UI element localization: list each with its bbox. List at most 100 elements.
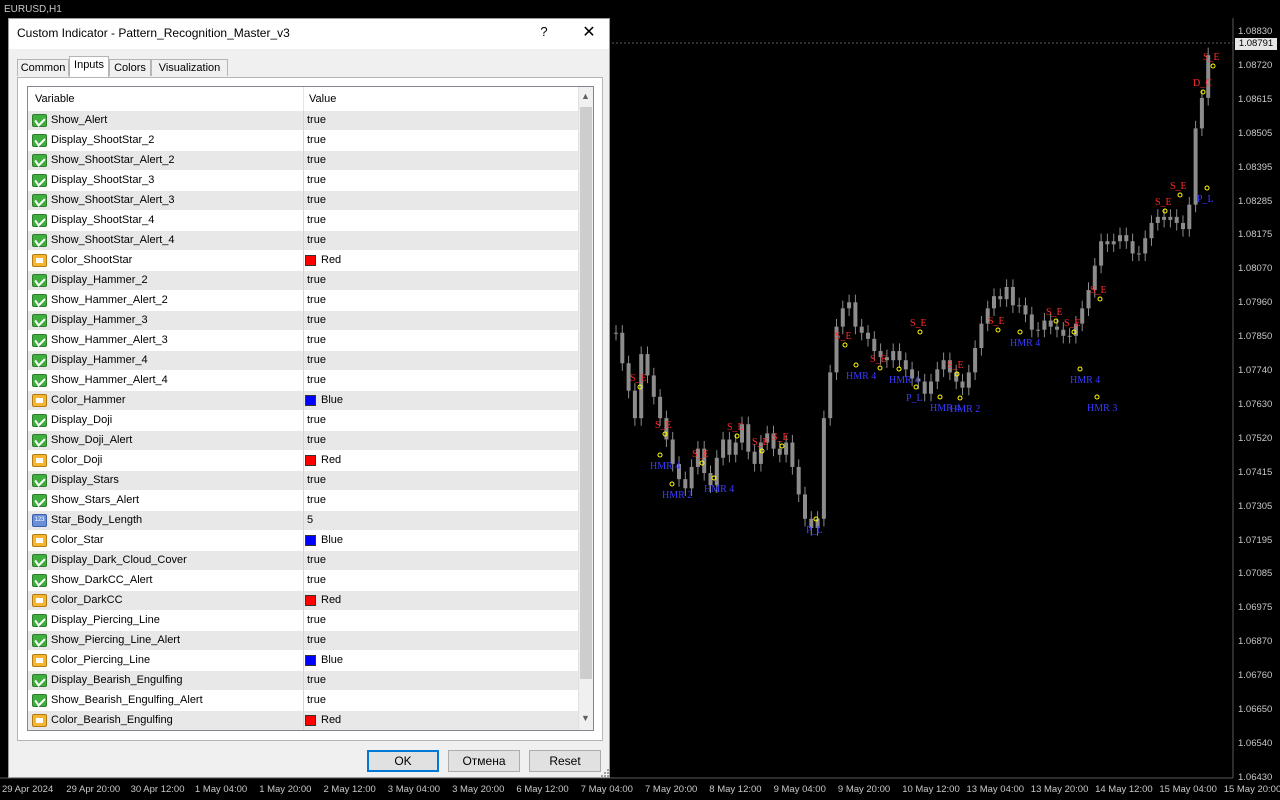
variable-name: Show_ShootStar_Alert_3	[51, 194, 175, 206]
input-row[interactable]: Show_ShootStar_Alert_3 true	[28, 191, 578, 211]
color-swatch[interactable]	[305, 655, 316, 666]
input-row[interactable]: Display_ShootStar_3 true	[28, 171, 578, 191]
input-row[interactable]: Show_Stars_Alert true	[28, 491, 578, 511]
variable-value[interactable]: true	[307, 234, 326, 246]
input-row[interactable]: Display_Piercing_Line true	[28, 611, 578, 631]
variable-value[interactable]: true	[307, 614, 326, 626]
variable-value[interactable]: true	[307, 574, 326, 586]
bool-type-icon	[32, 574, 47, 587]
input-row[interactable]: Show_Hammer_Alert_4 true	[28, 371, 578, 391]
candle-body	[960, 381, 965, 388]
variable-value[interactable]: true	[307, 674, 326, 686]
input-row[interactable]: Show_Hammer_Alert_2 true	[28, 291, 578, 311]
variable-value[interactable]: true	[307, 194, 326, 206]
variable-value[interactable]: true	[307, 634, 326, 646]
input-row[interactable]: Display_Hammer_3 true	[28, 311, 578, 331]
input-row[interactable]: Color_Star Blue	[28, 531, 578, 551]
reset-button[interactable]: Reset	[529, 750, 601, 772]
variable-value[interactable]: true	[307, 354, 326, 366]
input-row[interactable]: Display_ShootStar_2 true	[28, 131, 578, 151]
close-icon[interactable]: ✕	[577, 22, 601, 44]
variable-value[interactable]: true	[307, 414, 326, 426]
variable-value[interactable]: Red	[321, 594, 341, 606]
input-row[interactable]: Color_Doji Red	[28, 451, 578, 471]
input-row[interactable]: Show_Bearish_Engulfing_Alert true	[28, 691, 578, 711]
variable-value[interactable]: Red	[321, 454, 341, 466]
variable-value[interactable]: true	[307, 374, 326, 386]
number-type-icon: 123	[32, 514, 47, 527]
input-row[interactable]: Display_Bearish_Engulfing true	[28, 671, 578, 691]
variable-value[interactable]: Red	[321, 254, 341, 266]
input-row[interactable]: Display_Stars true	[28, 471, 578, 491]
ok-button[interactable]: OK	[367, 750, 439, 772]
variable-value[interactable]: Red	[321, 714, 341, 726]
vertical-scrollbar[interactable]: ▲ ▼	[578, 87, 593, 730]
input-row[interactable]: 123 Star_Body_Length 5	[28, 511, 578, 531]
color-swatch[interactable]	[305, 715, 316, 726]
scroll-thumb[interactable]	[580, 107, 592, 679]
variable-name: Show_Stars_Alert	[51, 494, 140, 506]
color-type-icon	[32, 394, 47, 407]
color-swatch[interactable]	[305, 395, 316, 406]
scroll-down-icon[interactable]: ▼	[581, 713, 590, 723]
input-row[interactable]: Color_Hammer Blue	[28, 391, 578, 411]
variable-value[interactable]: true	[307, 474, 326, 486]
variable-name: Show_DarkCC_Alert	[51, 574, 153, 586]
tab-common[interactable]: Common	[17, 59, 69, 76]
input-row[interactable]: Show_Doji_Alert true	[28, 431, 578, 451]
input-row[interactable]: Show_Alert true	[28, 111, 578, 131]
input-row[interactable]: Show_Hammer_Alert_3 true	[28, 331, 578, 351]
color-swatch[interactable]	[305, 535, 316, 546]
input-row[interactable]: Show_ShootStar_Alert_4 true	[28, 231, 578, 251]
variable-value[interactable]: true	[307, 274, 326, 286]
input-row[interactable]: Color_DarkCC Red	[28, 591, 578, 611]
color-swatch[interactable]	[305, 255, 316, 266]
cancel-button[interactable]: Отмена	[448, 750, 520, 772]
variable-value[interactable]: true	[307, 174, 326, 186]
variable-value[interactable]: Blue	[321, 394, 343, 406]
input-row[interactable]: Show_DarkCC_Alert true	[28, 571, 578, 591]
candle-body	[1174, 216, 1179, 223]
variable-value[interactable]: true	[307, 494, 326, 506]
help-button[interactable]: ?	[536, 24, 552, 42]
variable-value[interactable]: true	[307, 554, 326, 566]
input-row[interactable]: Display_Hammer_4 true	[28, 351, 578, 371]
dialog-titlebar[interactable]: Custom Indicator - Pattern_Recognition_M…	[9, 19, 609, 49]
resize-grip-icon[interactable]	[599, 767, 609, 777]
input-row[interactable]: Color_Piercing_Line Blue	[28, 651, 578, 671]
input-row[interactable]: Display_Hammer_2 true	[28, 271, 578, 291]
variable-value[interactable]: true	[307, 314, 326, 326]
variable-value[interactable]: true	[307, 434, 326, 446]
variable-value[interactable]: true	[307, 134, 326, 146]
input-row[interactable]: Color_Bearish_Engulfing Red	[28, 711, 578, 730]
input-row[interactable]: Color_ShootStar Red	[28, 251, 578, 271]
variable-value[interactable]: 5	[307, 514, 313, 526]
color-swatch[interactable]	[305, 595, 316, 606]
tab-visualization[interactable]: Visualization	[151, 59, 228, 76]
column-value-header[interactable]: Value	[309, 93, 336, 105]
variable-value[interactable]: true	[307, 294, 326, 306]
input-row[interactable]: Show_Piercing_Line_Alert true	[28, 631, 578, 651]
variable-value[interactable]: true	[307, 334, 326, 346]
variable-value[interactable]: true	[307, 214, 326, 226]
tab-inputs[interactable]: Inputs	[69, 56, 109, 77]
input-row[interactable]: Show_ShootStar_Alert_2 true	[28, 151, 578, 171]
tab-colors[interactable]: Colors	[109, 59, 151, 76]
variable-value[interactable]: Blue	[321, 534, 343, 546]
bool-type-icon	[32, 694, 47, 707]
variable-value[interactable]: true	[307, 114, 326, 126]
variable-value[interactable]: true	[307, 694, 326, 706]
input-row[interactable]: Display_Doji true	[28, 411, 578, 431]
column-divider[interactable]	[303, 87, 304, 111]
candle-body	[784, 442, 789, 455]
input-row[interactable]: Display_ShootStar_4 true	[28, 211, 578, 231]
variable-name: Color_Piercing_Line	[51, 654, 151, 666]
scroll-up-icon[interactable]: ▲	[581, 91, 590, 101]
color-swatch[interactable]	[305, 455, 316, 466]
price-tick-label: 1.08505	[1238, 127, 1273, 139]
input-row[interactable]: Display_Dark_Cloud_Cover true	[28, 551, 578, 571]
variable-value[interactable]: true	[307, 154, 326, 166]
column-variable-header[interactable]: Variable	[35, 93, 75, 105]
variable-value[interactable]: Blue	[321, 654, 343, 666]
pattern-arrow-icon	[669, 481, 675, 487]
